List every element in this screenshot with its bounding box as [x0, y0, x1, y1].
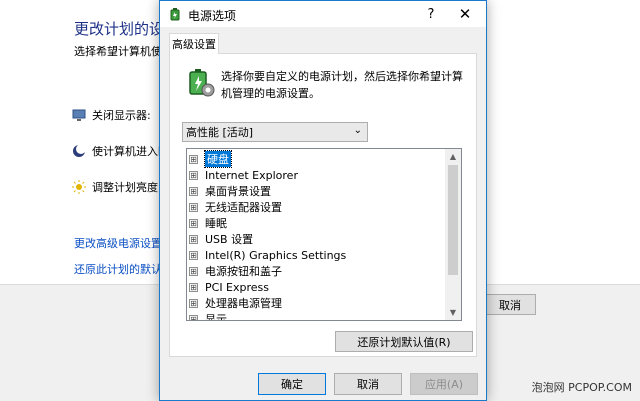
- tree-item[interactable]: ⊞ Internet Explorer: [189, 167, 298, 183]
- expand-plus-icon[interactable]: ⊞: [189, 282, 198, 292]
- sleep-row: 使计算机进入睡: [72, 143, 169, 159]
- tree-item-label: USB 设置: [205, 233, 254, 246]
- tab-advanced-settings[interactable]: 高级设置: [169, 33, 219, 54]
- dialog-description: 选择你要自定义的电源计划，然后选择你希望计算机管理的电源设置。: [221, 70, 463, 100]
- advanced-settings-page: 选择你要自定义的电源计划，然后选择你希望计算机管理的电源设置。 高性能 [活动]…: [169, 53, 477, 357]
- expand-plus-icon[interactable]: ⊞: [189, 234, 198, 244]
- tree-item-label: Internet Explorer: [205, 168, 298, 182]
- ok-button[interactable]: 确定: [258, 373, 326, 395]
- tree-item-label: 电源按钮和盖子: [205, 265, 282, 278]
- tree-item-label: 无线适配器设置: [205, 201, 282, 214]
- tree-item[interactable]: ⊞ 处理器电源管理: [189, 295, 282, 311]
- sun-icon: [72, 180, 86, 194]
- expand-plus-icon[interactable]: ⊞: [189, 154, 198, 164]
- scroll-down-icon[interactable]: ▼: [445, 305, 461, 320]
- scrollbar-thumb[interactable]: [448, 165, 458, 275]
- expand-plus-icon[interactable]: ⊞: [189, 218, 198, 228]
- display-off-label: 关闭显示器:: [92, 109, 151, 122]
- settings-tree[interactable]: ⊞ 硬盘 ⊞ Internet Explorer ⊞ 桌面背景设置 ⊞ 无线适配器设置 ⊞ 睡眠 ⊞…: [186, 148, 462, 321]
- brightness-row: 调整计划亮度:: [72, 179, 162, 195]
- scroll-up-icon[interactable]: ▲: [445, 149, 461, 164]
- power-options-icon: [170, 8, 180, 21]
- tree-item[interactable]: ⊞ Intel(R) Graphics Settings: [189, 247, 346, 263]
- tree-item[interactable]: ⊞ 硬盘: [189, 150, 232, 168]
- tree-item[interactable]: ⊞ 桌面背景设置: [189, 183, 271, 199]
- tree-item[interactable]: ⊞ USB 设置: [189, 231, 253, 247]
- tree-item-label: 硬盘: [204, 150, 232, 168]
- tree-item[interactable]: ⊞ 电源按钮和盖子: [189, 263, 282, 279]
- expand-plus-icon[interactable]: ⊞: [189, 266, 198, 276]
- tree-item[interactable]: ⊞ 睡眠: [189, 215, 227, 231]
- moon-icon: [73, 144, 86, 157]
- expand-plus-icon[interactable]: ⊞: [189, 298, 198, 308]
- expand-plus-icon[interactable]: ⊞: [189, 186, 198, 196]
- battery-settings-icon: [189, 69, 215, 97]
- tree-item[interactable]: ⊞ 无线适配器设置: [189, 199, 282, 215]
- restore-plan-defaults-button[interactable]: 还原计划默认值(R): [335, 331, 473, 352]
- tree-item-label: PCI Express: [205, 280, 270, 294]
- tree-scrollbar[interactable]: ▲ ▼: [445, 149, 461, 320]
- expand-plus-icon[interactable]: ⊞: [189, 250, 198, 260]
- dialog-titlebar[interactable]: 电源选项 ? ✕: [160, 1, 486, 27]
- cancel-button[interactable]: 取消: [334, 373, 402, 395]
- expand-plus-icon[interactable]: ⊞: [189, 314, 198, 320]
- tree-item-label: 桌面背景设置: [205, 185, 271, 198]
- close-button[interactable]: ✕: [456, 5, 474, 23]
- watermark: 泡泡网 PCPOP.COM: [531, 381, 632, 394]
- power-plan-value: 高性能 [活动]: [186, 126, 254, 139]
- tree-item[interactable]: ⊞ PCI Express: [189, 279, 269, 295]
- monitor-icon: [72, 109, 86, 121]
- tree-item[interactable]: ⊞ 显示: [189, 311, 227, 321]
- help-button[interactable]: ?: [422, 5, 440, 23]
- tree-item-label: Intel(R) Graphics Settings: [205, 248, 347, 262]
- chevron-down-icon: ⌄: [353, 125, 362, 136]
- tree-item-label: 显示: [205, 313, 227, 321]
- display-off-row: 关闭显示器:: [72, 107, 151, 123]
- tree-item-label: 处理器电源管理: [205, 297, 282, 310]
- expand-plus-icon[interactable]: ⊞: [189, 170, 198, 180]
- dialog-title: 电源选项: [188, 9, 237, 23]
- brightness-label: 调整计划亮度:: [92, 181, 162, 194]
- power-options-dialog: 电源选项 ? ✕ 高级设置 选择你要自定义的电源计划，然后选择你希望计算机管理的…: [159, 0, 487, 401]
- tree-item-label: 睡眠: [205, 217, 227, 230]
- power-plan-select[interactable]: 高性能 [活动] ⌄: [182, 122, 368, 142]
- sleep-label: 使计算机进入睡: [92, 145, 169, 158]
- expand-plus-icon[interactable]: ⊞: [189, 202, 198, 212]
- background-cancel-button[interactable]: 取消: [484, 294, 536, 315]
- apply-button[interactable]: 应用(A): [410, 373, 478, 395]
